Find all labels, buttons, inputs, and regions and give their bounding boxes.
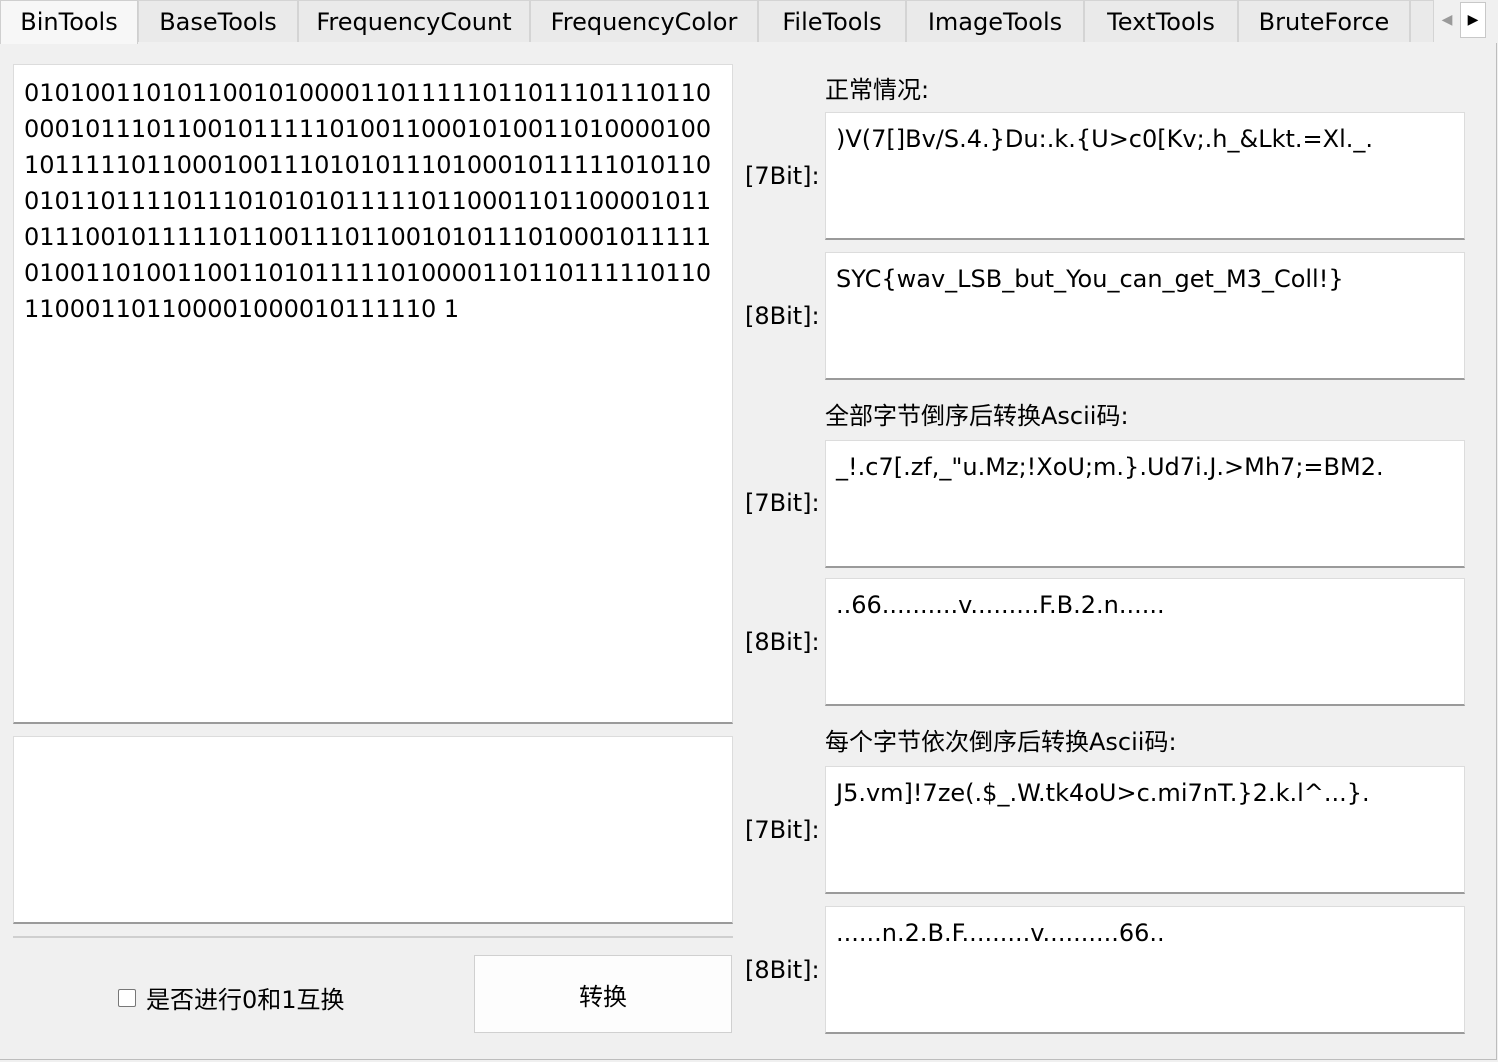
normal-7bit-output[interactable]: )V(7[]Bv/S.4.}Du:.k.{U>c0[Kv;.h_&Lkt.=Xl… [825, 112, 1465, 240]
each-reversed-8bit-output[interactable]: ......n.2.B.F.........v..........66.. [825, 906, 1465, 1034]
tab-filetools[interactable]: FileTools [758, 0, 906, 42]
tab-basetools[interactable]: BaseTools [138, 0, 298, 42]
normal-8bit-label: [8Bit]: [745, 302, 820, 330]
tab-imagetools[interactable]: ImageTools [906, 0, 1084, 42]
binary-input[interactable]: 0101001101011001010000110111110110111011… [13, 64, 733, 724]
each-reversed-7bit-output[interactable]: J5.vm]!7ze(.$_.W.tk4oU>c.mi7nT.}2.k.l^..… [825, 766, 1465, 894]
tab-frequencycolor[interactable]: FrequencyColor [530, 0, 758, 42]
scroll-right-icon[interactable]: ▶ [1460, 2, 1486, 38]
convert-button[interactable]: 转换 [474, 955, 732, 1033]
all-reversed-8bit-label: [8Bit]: [745, 628, 820, 656]
normal-8bit-output[interactable]: SYC{wav_LSB_but_You_can_get_M3_Coll!} [825, 252, 1465, 380]
swap-option[interactable]: 是否进行0和1互换 [118, 980, 345, 1015]
tab-frequencycount[interactable]: FrequencyCount [298, 0, 530, 42]
binary-output[interactable] [13, 736, 733, 924]
all-reversed-title: 全部字节倒序后转换Ascii码: [825, 402, 1129, 430]
tab-overflow[interactable] [1410, 0, 1434, 42]
tab-bruteforce[interactable]: BruteForce [1238, 0, 1410, 42]
all-reversed-7bit-output[interactable]: _!.c7[.zf,_"u.Mz;!XoU;m.}.Ud7i.J.>Mh7;=B… [825, 440, 1465, 568]
each-reversed-7bit-label: [7Bit]: [745, 816, 820, 844]
divider [13, 936, 733, 938]
normal-7bit-label: [7Bit]: [745, 162, 820, 190]
swap-checkbox[interactable] [118, 988, 136, 1007]
normal-title: 正常情况: [825, 76, 930, 104]
tab-bintools[interactable]: BinTools [0, 0, 138, 44]
scroll-left-icon[interactable]: ◀ [1434, 2, 1460, 38]
all-reversed-7bit-label: [7Bit]: [745, 489, 820, 517]
tab-bar: BinTools BaseTools FrequencyCount Freque… [0, 0, 1498, 44]
swap-label: 是否进行0和1互换 [146, 986, 345, 1014]
each-reversed-8bit-label: [8Bit]: [745, 956, 820, 984]
each-reversed-title: 每个字节依次倒序后转换Ascii码: [825, 728, 1177, 756]
all-reversed-8bit-output[interactable]: ..66..........v.........F.B.2.n...... [825, 578, 1465, 706]
tab-texttools[interactable]: TextTools [1084, 0, 1238, 42]
